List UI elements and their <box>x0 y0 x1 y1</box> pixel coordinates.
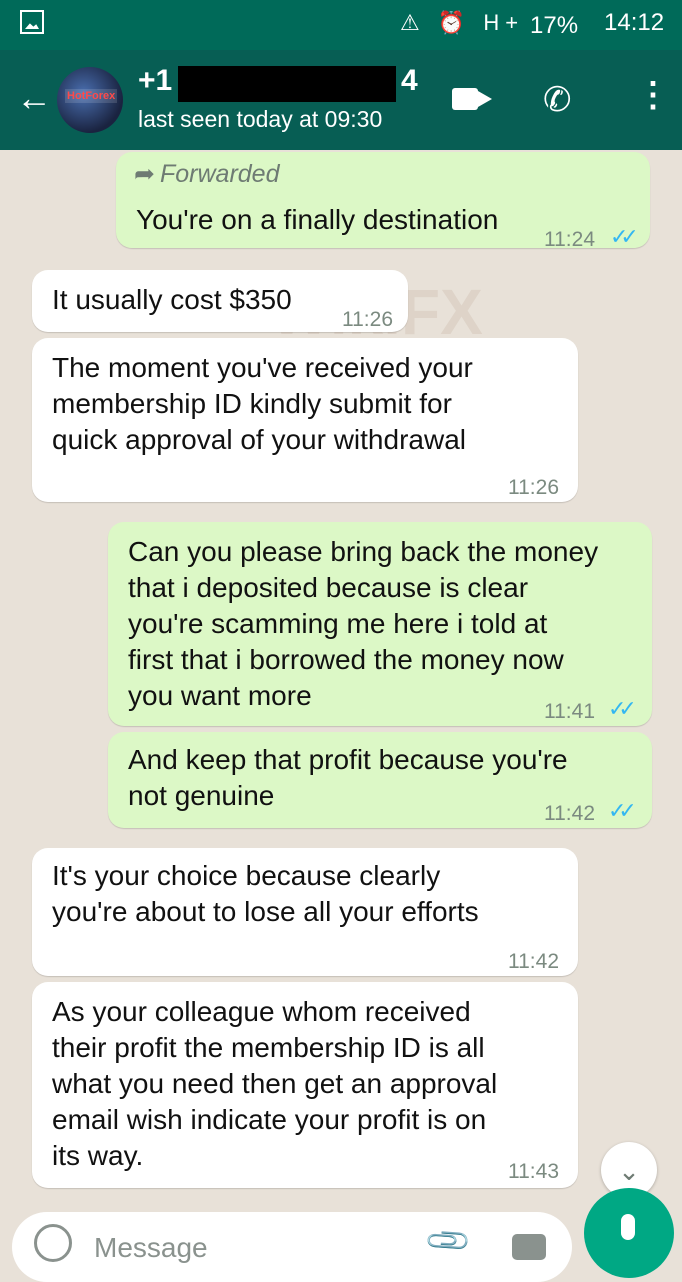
contact-number-suffix[interactable]: 4 <box>401 64 418 98</box>
video-call-icon[interactable] <box>452 88 492 110</box>
back-arrow-icon[interactable]: ← <box>16 80 52 116</box>
message-input-bar[interactable]: Message 📎 <box>12 1212 572 1282</box>
chat-header: ← HotForex +1 4 last seen today at 09:30… <box>0 50 682 150</box>
message-time: 11:24 <box>544 228 595 251</box>
battery-level: 17% <box>530 12 579 39</box>
microphone-icon <box>621 1214 635 1240</box>
message-text: As your colleague whom received their pr… <box>52 996 498 1171</box>
status-time: 14:12 <box>604 9 665 36</box>
camera-icon[interactable] <box>512 1234 546 1260</box>
last-seen-status: last seen today at 09:30 <box>138 106 383 132</box>
message-time: 11:43 <box>508 1160 559 1183</box>
contact-number-prefix[interactable]: +1 <box>138 64 172 98</box>
double-chevron-down-icon: ⌄ <box>618 1156 640 1186</box>
phone-call-icon[interactable]: ✆ <box>543 80 572 120</box>
forward-arrow-icon: ➦ <box>134 160 155 188</box>
message-time: 11:42 <box>544 802 595 825</box>
read-ticks-icon: ✓✓ <box>610 224 639 249</box>
message-bubble-outgoing[interactable]: And keep that profit because you're not … <box>108 732 652 828</box>
avatar[interactable]: HotForex <box>57 67 123 133</box>
status-bar: ⚠ ⏰ H+ 17% 14:12 <box>0 0 682 50</box>
message-text: It's your choice because clearly you're … <box>52 860 479 927</box>
message-text: You're on a finally destination <box>136 204 499 235</box>
message-input-placeholder[interactable]: Message <box>94 1232 208 1264</box>
read-ticks-icon: ✓✓ <box>608 798 637 823</box>
message-text: And keep that profit because you're not … <box>128 744 568 811</box>
message-bubble-incoming[interactable]: It's your choice because clearly you're … <box>32 848 578 976</box>
emoji-icon[interactable] <box>34 1224 72 1262</box>
forwarded-label: ➦ Forwarded <box>134 156 280 192</box>
message-bubble-incoming[interactable]: The moment you've received your membersh… <box>32 338 578 502</box>
voice-message-button[interactable] <box>584 1188 674 1278</box>
more-options-icon[interactable]: ⋮ <box>636 78 670 112</box>
message-text: Can you please bring back the money that… <box>128 536 599 711</box>
read-ticks-icon: ✓✓ <box>608 696 637 721</box>
status-icons: ⚠ ⏰ H+ <box>400 10 525 35</box>
message-bubble-incoming[interactable]: It usually cost $350 11:26 <box>32 270 408 332</box>
message-text: It usually cost $350 <box>52 284 292 315</box>
message-text: The moment you've received your membersh… <box>52 352 473 455</box>
redaction-block <box>178 66 396 102</box>
message-time: 11:26 <box>342 308 393 331</box>
avatar-logo: HotForex <box>65 89 118 103</box>
message-time: 11:26 <box>508 476 559 499</box>
message-bubble-incoming[interactable]: As your colleague whom received their pr… <box>32 982 578 1188</box>
gallery-icon <box>20 10 44 34</box>
paperclip-icon[interactable]: 📎 <box>423 1216 474 1267</box>
forwarded-text: Forwarded <box>160 160 280 188</box>
message-bubble-outgoing[interactable]: ➦ Forwarded You're on a finally destinati… <box>116 152 650 251</box>
message-time: 11:41 <box>544 700 595 723</box>
message-bubble-outgoing[interactable]: Can you please bring back the money that… <box>108 522 652 726</box>
message-time: 11:42 <box>508 950 559 973</box>
